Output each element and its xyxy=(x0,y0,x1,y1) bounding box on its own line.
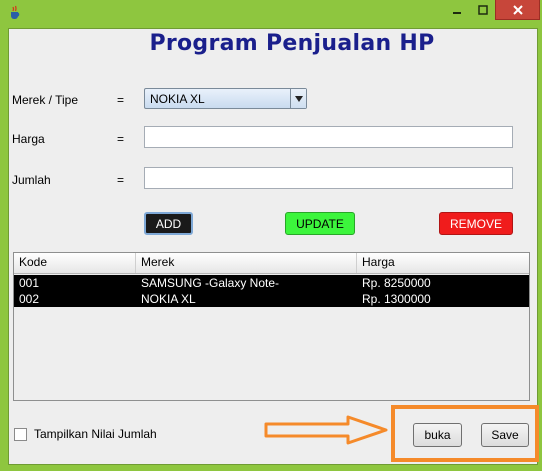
cell-merek: NOKIA XL xyxy=(141,292,196,306)
merek-selected-value: NOKIA XL xyxy=(150,92,205,106)
tampilkan-jumlah-checkbox[interactable] xyxy=(14,428,27,441)
close-button[interactable] xyxy=(495,0,540,20)
column-header-kode[interactable]: Kode xyxy=(14,253,136,273)
merek-dropdown[interactable]: NOKIA XL xyxy=(144,88,307,109)
table-row[interactable]: 002 NOKIA XL Rp. 1300000 xyxy=(14,291,529,307)
merek-equals: = xyxy=(117,93,125,107)
cell-kode: 002 xyxy=(19,292,40,306)
update-button[interactable]: UPDATE xyxy=(285,212,355,235)
remove-button[interactable]: REMOVE xyxy=(439,212,513,235)
jumlah-field[interactable] xyxy=(144,167,513,189)
maximize-icon xyxy=(477,5,488,15)
cell-harga: Rp. 1300000 xyxy=(362,292,431,306)
buka-button[interactable]: buka xyxy=(413,423,462,447)
checkbox-label: Tampilkan Nilai Jumlah xyxy=(34,427,157,441)
cell-harga: Rp. 8250000 xyxy=(362,276,431,290)
java-cup-icon xyxy=(7,5,23,21)
cell-merek: SAMSUNG -Galaxy Note- xyxy=(141,276,280,290)
column-header-merek[interactable]: Merek xyxy=(136,253,357,273)
window-titlebar xyxy=(0,0,542,28)
minimize-icon xyxy=(453,12,461,14)
minimize-button[interactable] xyxy=(444,0,470,20)
table-header: Kode Merek Harga xyxy=(14,253,529,274)
column-header-harga[interactable]: Harga xyxy=(357,253,529,273)
sales-table[interactable]: Kode Merek Harga 001 SAMSUNG -Galaxy Not… xyxy=(13,252,530,401)
cell-kode: 001 xyxy=(19,276,40,290)
table-row[interactable]: 001 SAMSUNG -Galaxy Note- Rp. 8250000 xyxy=(14,275,529,291)
content-panel: Program Penjualan HP Merek / Tipe = NOKI… xyxy=(8,28,539,465)
jumlah-label: Jumlah xyxy=(12,173,51,187)
add-button[interactable]: ADD xyxy=(144,212,193,235)
arrow-right-icon xyxy=(264,415,388,445)
page-title: Program Penjualan HP xyxy=(149,31,435,56)
save-button[interactable]: Save xyxy=(481,423,529,447)
chevron-down-icon[interactable] xyxy=(290,89,306,108)
jumlah-equals: = xyxy=(117,173,125,187)
harga-equals: = xyxy=(117,132,125,146)
close-icon xyxy=(512,4,523,15)
maximize-button[interactable] xyxy=(470,0,495,20)
merek-label: Merek / Tipe xyxy=(12,93,79,107)
harga-field[interactable] xyxy=(144,126,513,148)
harga-label: Harga xyxy=(12,132,45,146)
